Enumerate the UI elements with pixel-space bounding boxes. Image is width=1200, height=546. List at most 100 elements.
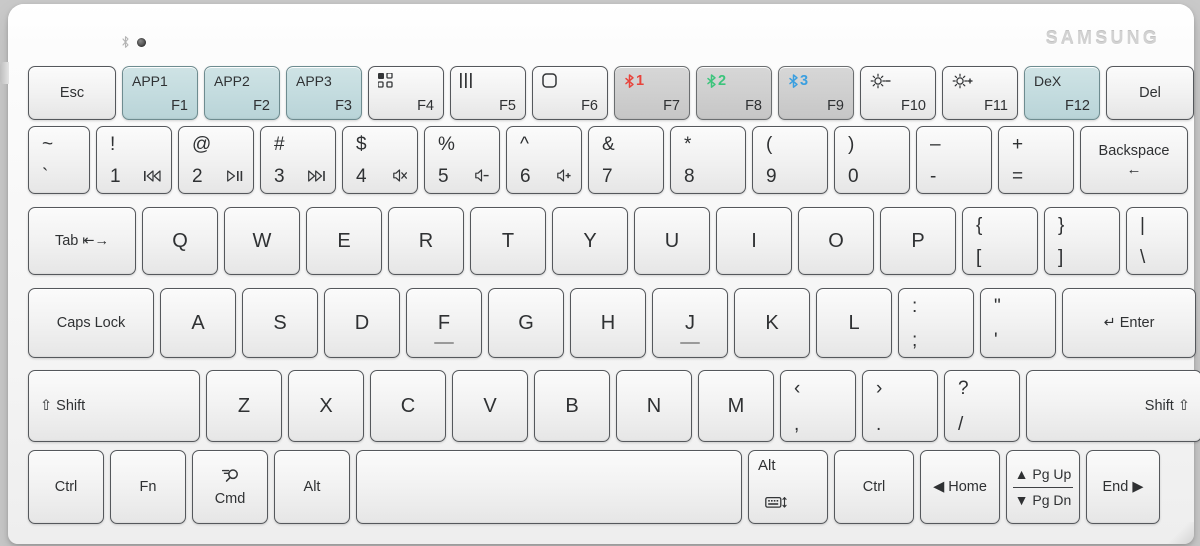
key-f8[interactable]: 2 F8 bbox=[696, 66, 772, 120]
key-u-label: U bbox=[664, 229, 680, 252]
key-q-label: Q bbox=[172, 229, 188, 252]
key-space[interactable] bbox=[356, 450, 742, 524]
key-q[interactable]: Q bbox=[142, 207, 218, 275]
key-h[interactable]: H bbox=[570, 288, 646, 358]
key-period[interactable]: ›. bbox=[862, 370, 938, 442]
key-o[interactable]: O bbox=[798, 207, 874, 275]
key-ctrl-right[interactable]: Ctrl bbox=[834, 450, 914, 524]
key-digit-4-lower: 4 bbox=[356, 166, 367, 187]
key-digit-8[interactable]: * 8 bbox=[670, 126, 746, 194]
key-cmd[interactable]: Cmd bbox=[192, 450, 268, 524]
key-s[interactable]: S bbox=[242, 288, 318, 358]
key-digit-5[interactable]: % 5 bbox=[424, 126, 500, 194]
key-f3[interactable]: APP3 F3 bbox=[286, 66, 362, 120]
app-grid-icon bbox=[378, 73, 393, 88]
key-fn[interactable]: Fn bbox=[110, 450, 186, 524]
key-equal[interactable]: + = bbox=[998, 126, 1074, 194]
key-b[interactable]: B bbox=[534, 370, 610, 442]
key-digit-9[interactable]: (9 bbox=[752, 126, 828, 194]
key-bracket-left[interactable]: {[ bbox=[962, 207, 1038, 275]
key-f6[interactable]: F6 bbox=[532, 66, 608, 120]
key-w[interactable]: W bbox=[224, 207, 300, 275]
key-f[interactable]: F bbox=[406, 288, 482, 358]
number-row: ~ `! 1 @2 #3 $4 % 5 ^ 6 & 7 * 8(9) 0– - + = bbox=[28, 126, 1188, 194]
key-f5[interactable]: F5 bbox=[450, 66, 526, 120]
key-u[interactable]: U bbox=[634, 207, 710, 275]
key-f11[interactable]: F11 bbox=[942, 66, 1018, 120]
key-digit-0[interactable]: ) 0 bbox=[834, 126, 910, 194]
key-y[interactable]: Y bbox=[552, 207, 628, 275]
shift-row: ⇧ Shift Z X C V B N M ‹, ›.? / Shift ⇧ bbox=[28, 370, 1200, 442]
key-backspace[interactable]: Backspace ← bbox=[1080, 126, 1188, 194]
key-f4[interactable]: F4 bbox=[368, 66, 444, 120]
key-backslash[interactable]: | \ bbox=[1126, 207, 1188, 275]
key-semicolon-upper: : bbox=[912, 296, 918, 317]
key-f2[interactable]: APP2 F2 bbox=[204, 66, 280, 120]
key-shift-left[interactable]: ⇧ Shift bbox=[28, 370, 200, 442]
key-x[interactable]: X bbox=[288, 370, 364, 442]
key-f9-icon-wrap: 3 bbox=[788, 73, 808, 89]
key-f9[interactable]: 3 F9 bbox=[778, 66, 854, 120]
key-pgup-pgdn[interactable]: ▲ Pg Up ▼ Pg Dn bbox=[1006, 450, 1080, 524]
key-digit-2[interactable]: @2 bbox=[178, 126, 254, 194]
key-comma[interactable]: ‹, bbox=[780, 370, 856, 442]
key-m-label: M bbox=[727, 394, 745, 417]
rounded-square-icon bbox=[542, 73, 557, 88]
key-alt-left[interactable]: Alt bbox=[274, 450, 350, 524]
key-f7[interactable]: 1 F7 bbox=[614, 66, 690, 120]
search-cmd-icon bbox=[221, 468, 238, 482]
key-k[interactable]: K bbox=[734, 288, 810, 358]
key-f1[interactable]: APP1 F1 bbox=[122, 66, 198, 120]
key-fn-label: Fn bbox=[139, 479, 157, 495]
key-i[interactable]: I bbox=[716, 207, 792, 275]
key-backslash-upper: | bbox=[1140, 215, 1145, 236]
key-t[interactable]: T bbox=[470, 207, 546, 275]
key-f10[interactable]: F10 bbox=[860, 66, 936, 120]
tab-row: Tab ⇤→ Q W E R T Y U I O P{[}] | \ bbox=[28, 207, 1188, 275]
key-shift-right[interactable]: Shift ⇧ bbox=[1026, 370, 1200, 442]
key-f12[interactable]: DeX F12 bbox=[1024, 66, 1100, 120]
key-n[interactable]: N bbox=[616, 370, 692, 442]
key-caps-lock[interactable]: Caps Lock bbox=[28, 288, 154, 358]
key-bracket-right[interactable]: }] bbox=[1044, 207, 1120, 275]
key-x-label: X bbox=[319, 394, 333, 417]
key-d[interactable]: D bbox=[324, 288, 400, 358]
key-j-label: J bbox=[685, 311, 695, 334]
key-enter[interactable]: ↵ Enter bbox=[1062, 288, 1196, 358]
key-shift-right-label: Shift ⇧ bbox=[1144, 398, 1190, 414]
key-a[interactable]: A bbox=[160, 288, 236, 358]
key-digit-6-upper: ^ bbox=[520, 134, 529, 155]
key-alt-right[interactable]: Alt bbox=[748, 450, 828, 524]
key-m[interactable]: M bbox=[698, 370, 774, 442]
key-home[interactable]: ◀ Home bbox=[920, 450, 1000, 524]
key-c[interactable]: C bbox=[370, 370, 446, 442]
key-v[interactable]: V bbox=[452, 370, 528, 442]
key-digit-6[interactable]: ^ 6 bbox=[506, 126, 582, 194]
key-digit-1[interactable]: ! 1 bbox=[96, 126, 172, 194]
key-digit-9-upper: ( bbox=[766, 134, 773, 155]
key-tab[interactable]: Tab ⇤→ bbox=[28, 207, 136, 275]
key-minus[interactable]: – - bbox=[916, 126, 992, 194]
key-z[interactable]: Z bbox=[206, 370, 282, 442]
key-semicolon[interactable]: :; bbox=[898, 288, 974, 358]
key-digit-3[interactable]: #3 bbox=[260, 126, 336, 194]
key-pgdn-label[interactable]: ▼ Pg Dn bbox=[1007, 482, 1079, 518]
home-row: Caps Lock A S D F G H J K L:; " ' ↵ Enter bbox=[28, 288, 1196, 358]
key-digit-4-media-wrap bbox=[393, 169, 407, 185]
key-p[interactable]: P bbox=[880, 207, 956, 275]
key-g[interactable]: G bbox=[488, 288, 564, 358]
key-l[interactable]: L bbox=[816, 288, 892, 358]
key-del[interactable]: Del bbox=[1106, 66, 1194, 120]
key-r[interactable]: R bbox=[388, 207, 464, 275]
key-quote[interactable]: " ' bbox=[980, 288, 1056, 358]
key-slash[interactable]: ? / bbox=[944, 370, 1020, 442]
key-backtick[interactable]: ~ ` bbox=[28, 126, 90, 194]
key-digit-4[interactable]: $4 bbox=[342, 126, 418, 194]
key-end[interactable]: End ▶ bbox=[1086, 450, 1160, 524]
key-e[interactable]: E bbox=[306, 207, 382, 275]
key-j[interactable]: J bbox=[652, 288, 728, 358]
key-ctrl-left[interactable]: Ctrl bbox=[28, 450, 104, 524]
key-digit-7[interactable]: & 7 bbox=[588, 126, 664, 194]
key-esc[interactable]: Esc bbox=[28, 66, 116, 120]
key-f11-icon-wrap bbox=[952, 73, 974, 89]
